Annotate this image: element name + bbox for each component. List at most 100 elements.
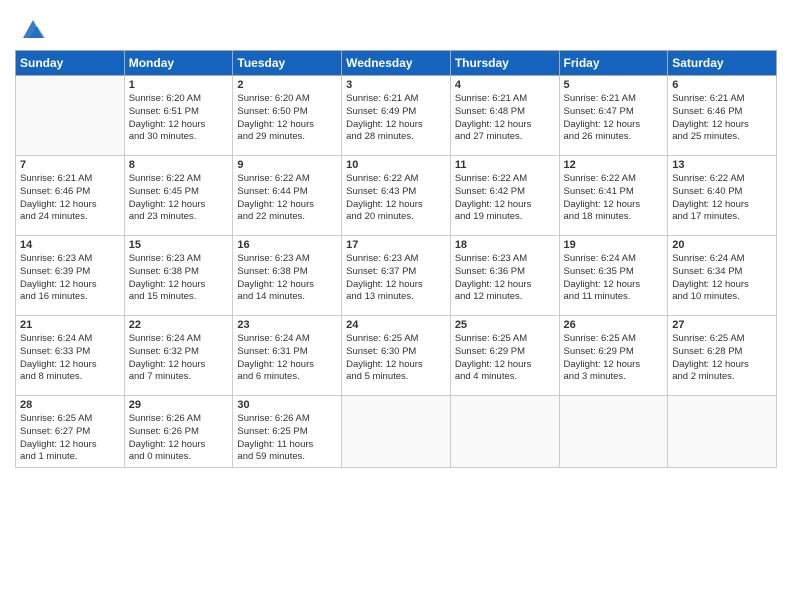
calendar-cell: 8 Sunrise: 6:22 AM Sunset: 6:45 PM Daylig… [124, 156, 233, 236]
calendar-cell: 25 Sunrise: 6:25 AM Sunset: 6:29 PM Dayli… [450, 316, 559, 396]
cell-content: Sunrise: 6:25 AM Sunset: 6:28 PM Dayligh… [672, 333, 772, 384]
cell-content: Sunrise: 6:22 AM Sunset: 6:41 PM Dayligh… [564, 173, 664, 224]
logo-icon [19, 14, 47, 42]
cell-content: Sunrise: 6:25 AM Sunset: 6:27 PM Dayligh… [20, 413, 120, 464]
day-number: 5 [564, 79, 664, 91]
calendar-cell [559, 396, 668, 468]
day-number: 1 [129, 79, 229, 91]
calendar-cell: 14 Sunrise: 6:23 AM Sunset: 6:39 PM Dayli… [16, 236, 125, 316]
calendar-cell: 7Sunrise: 6:21 AM Sunset: 6:46 PM Daylig… [16, 156, 125, 236]
cell-content: Sunrise: 6:21 AM Sunset: 6:49 PM Dayligh… [346, 93, 446, 144]
cell-content: Sunrise: 6:23 AM Sunset: 6:39 PM Dayligh… [20, 253, 120, 304]
cell-content: Sunrise: 6:23 AM Sunset: 6:38 PM Dayligh… [129, 253, 229, 304]
calendar: SundayMondayTuesdayWednesdayThursdayFrid… [15, 50, 777, 468]
weekday-header-saturday: Saturday [668, 51, 777, 76]
calendar-cell [450, 396, 559, 468]
calendar-cell: 12 Sunrise: 6:22 AM Sunset: 6:41 PM Dayli… [559, 156, 668, 236]
day-number: 27 [672, 319, 772, 331]
day-number: 4 [455, 79, 555, 91]
weekday-header-row: SundayMondayTuesdayWednesdayThursdayFrid… [16, 51, 777, 76]
day-number: 30 [237, 399, 337, 411]
week-row-4: 28 Sunrise: 6:25 AM Sunset: 6:27 PM Dayli… [16, 396, 777, 468]
cell-content: Sunrise: 6:21 AM Sunset: 6:46 PM Dayligh… [672, 93, 772, 144]
calendar-cell: 30Sunrise: 6:26 AM Sunset: 6:25 PM Dayli… [233, 396, 342, 468]
day-number: 22 [129, 319, 229, 331]
header [15, 10, 777, 42]
calendar-cell: 11 Sunrise: 6:22 AM Sunset: 6:42 PM Dayli… [450, 156, 559, 236]
calendar-cell: 21Sunrise: 6:24 AM Sunset: 6:33 PM Dayli… [16, 316, 125, 396]
cell-content: Sunrise: 6:23 AM Sunset: 6:37 PM Dayligh… [346, 253, 446, 304]
day-number: 10 [346, 159, 446, 171]
day-number: 18 [455, 239, 555, 251]
calendar-cell: 28 Sunrise: 6:25 AM Sunset: 6:27 PM Dayli… [16, 396, 125, 468]
calendar-cell: 20 Sunrise: 6:24 AM Sunset: 6:34 PM Dayli… [668, 236, 777, 316]
week-row-1: 7Sunrise: 6:21 AM Sunset: 6:46 PM Daylig… [16, 156, 777, 236]
day-number: 14 [20, 239, 120, 251]
cell-content: Sunrise: 6:24 AM Sunset: 6:31 PM Dayligh… [237, 333, 337, 384]
calendar-cell: 15 Sunrise: 6:23 AM Sunset: 6:38 PM Dayli… [124, 236, 233, 316]
cell-content: Sunrise: 6:25 AM Sunset: 6:30 PM Dayligh… [346, 333, 446, 384]
day-number: 13 [672, 159, 772, 171]
cell-content: Sunrise: 6:20 AM Sunset: 6:51 PM Dayligh… [129, 93, 229, 144]
calendar-cell: 16Sunrise: 6:23 AM Sunset: 6:38 PM Dayli… [233, 236, 342, 316]
calendar-cell: 3 Sunrise: 6:21 AM Sunset: 6:49 PM Daylig… [342, 76, 451, 156]
day-number: 9 [237, 159, 337, 171]
calendar-cell: 13Sunrise: 6:22 AM Sunset: 6:40 PM Dayli… [668, 156, 777, 236]
day-number: 23 [237, 319, 337, 331]
day-number: 12 [564, 159, 664, 171]
calendar-cell [342, 396, 451, 468]
cell-content: Sunrise: 6:21 AM Sunset: 6:46 PM Dayligh… [20, 173, 120, 224]
calendar-cell [16, 76, 125, 156]
cell-content: Sunrise: 6:25 AM Sunset: 6:29 PM Dayligh… [455, 333, 555, 384]
cell-content: Sunrise: 6:25 AM Sunset: 6:29 PM Dayligh… [564, 333, 664, 384]
cell-content: Sunrise: 6:22 AM Sunset: 6:42 PM Dayligh… [455, 173, 555, 224]
cell-content: Sunrise: 6:24 AM Sunset: 6:32 PM Dayligh… [129, 333, 229, 384]
day-number: 28 [20, 399, 120, 411]
weekday-header-friday: Friday [559, 51, 668, 76]
calendar-cell: 6 Sunrise: 6:21 AM Sunset: 6:46 PM Daylig… [668, 76, 777, 156]
day-number: 3 [346, 79, 446, 91]
day-number: 6 [672, 79, 772, 91]
calendar-cell: 5 Sunrise: 6:21 AM Sunset: 6:47 PM Daylig… [559, 76, 668, 156]
day-number: 19 [564, 239, 664, 251]
calendar-cell: 19 Sunrise: 6:24 AM Sunset: 6:35 PM Dayli… [559, 236, 668, 316]
weekday-header-sunday: Sunday [16, 51, 125, 76]
calendar-cell [668, 396, 777, 468]
logo [15, 14, 47, 42]
day-number: 25 [455, 319, 555, 331]
cell-content: Sunrise: 6:22 AM Sunset: 6:45 PM Dayligh… [129, 173, 229, 224]
week-row-2: 14 Sunrise: 6:23 AM Sunset: 6:39 PM Dayli… [16, 236, 777, 316]
day-number: 20 [672, 239, 772, 251]
calendar-cell: 26 Sunrise: 6:25 AM Sunset: 6:29 PM Dayli… [559, 316, 668, 396]
calendar-cell: 29 Sunrise: 6:26 AM Sunset: 6:26 PM Dayli… [124, 396, 233, 468]
day-number: 26 [564, 319, 664, 331]
cell-content: Sunrise: 6:24 AM Sunset: 6:35 PM Dayligh… [564, 253, 664, 304]
day-number: 2 [237, 79, 337, 91]
calendar-cell: 27 Sunrise: 6:25 AM Sunset: 6:28 PM Dayli… [668, 316, 777, 396]
calendar-cell: 23 Sunrise: 6:24 AM Sunset: 6:31 PM Dayli… [233, 316, 342, 396]
cell-content: Sunrise: 6:21 AM Sunset: 6:47 PM Dayligh… [564, 93, 664, 144]
weekday-header-thursday: Thursday [450, 51, 559, 76]
weekday-header-monday: Monday [124, 51, 233, 76]
weekday-header-tuesday: Tuesday [233, 51, 342, 76]
cell-content: Sunrise: 6:26 AM Sunset: 6:26 PM Dayligh… [129, 413, 229, 464]
day-number: 8 [129, 159, 229, 171]
calendar-cell: 2 Sunrise: 6:20 AM Sunset: 6:50 PM Daylig… [233, 76, 342, 156]
day-number: 11 [455, 159, 555, 171]
cell-content: Sunrise: 6:24 AM Sunset: 6:34 PM Dayligh… [672, 253, 772, 304]
calendar-cell: 18 Sunrise: 6:23 AM Sunset: 6:36 PM Dayli… [450, 236, 559, 316]
calendar-cell: 4Sunrise: 6:21 AM Sunset: 6:48 PM Daylig… [450, 76, 559, 156]
cell-content: Sunrise: 6:23 AM Sunset: 6:36 PM Dayligh… [455, 253, 555, 304]
calendar-cell: 22 Sunrise: 6:24 AM Sunset: 6:32 PM Dayli… [124, 316, 233, 396]
day-number: 24 [346, 319, 446, 331]
calendar-cell: 17Sunrise: 6:23 AM Sunset: 6:37 PM Dayli… [342, 236, 451, 316]
calendar-cell: 1 Sunrise: 6:20 AM Sunset: 6:51 PM Daylig… [124, 76, 233, 156]
day-number: 21 [20, 319, 120, 331]
cell-content: Sunrise: 6:23 AM Sunset: 6:38 PM Dayligh… [237, 253, 337, 304]
day-number: 29 [129, 399, 229, 411]
day-number: 15 [129, 239, 229, 251]
weekday-header-wednesday: Wednesday [342, 51, 451, 76]
cell-content: Sunrise: 6:20 AM Sunset: 6:50 PM Dayligh… [237, 93, 337, 144]
cell-content: Sunrise: 6:22 AM Sunset: 6:43 PM Dayligh… [346, 173, 446, 224]
calendar-cell: 10 Sunrise: 6:22 AM Sunset: 6:43 PM Dayli… [342, 156, 451, 236]
